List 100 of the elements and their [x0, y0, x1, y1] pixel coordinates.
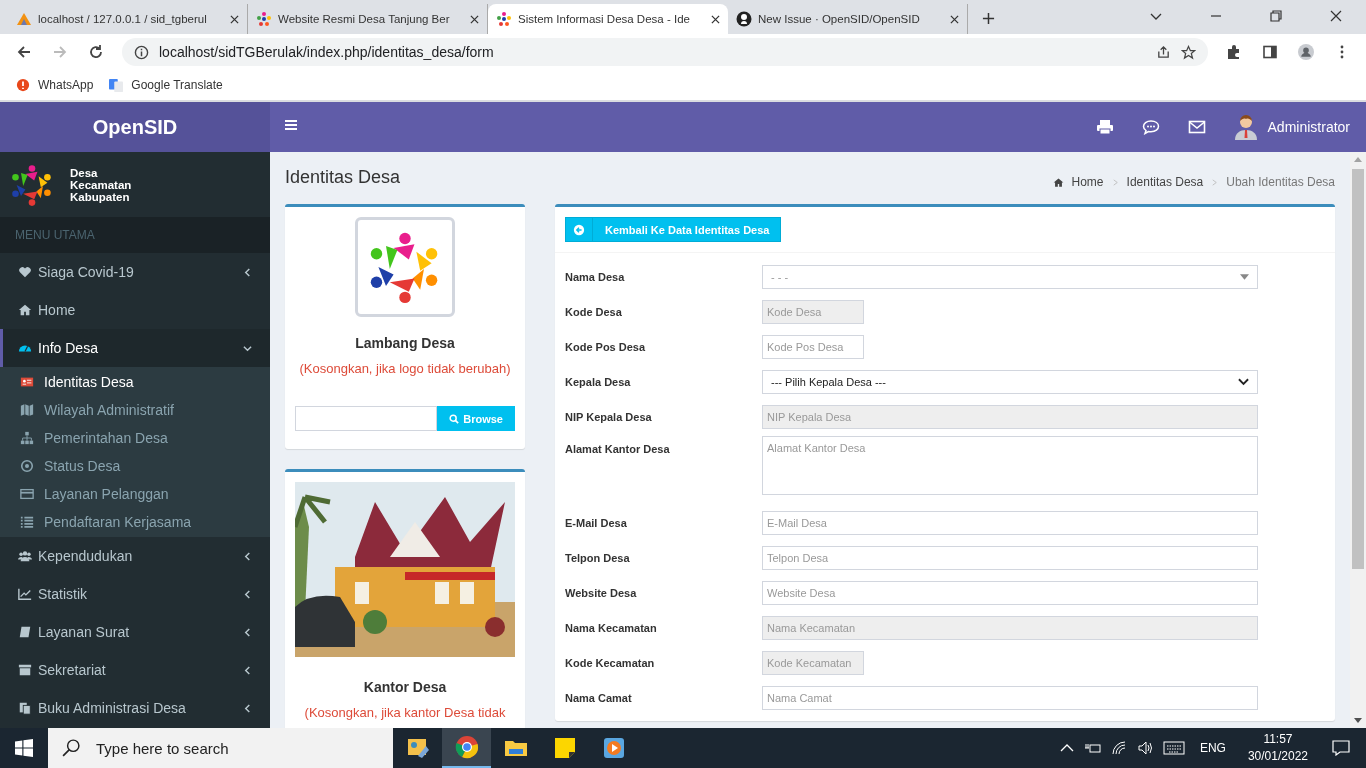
- map-icon: [20, 403, 34, 417]
- region-name: Kecamatan: [70, 178, 132, 191]
- sidebar-item[interactable]: Statistik: [0, 575, 270, 613]
- sidebar-item[interactable]: Buku Administrasi Desa: [0, 689, 270, 727]
- separator-icon: [1211, 178, 1219, 186]
- chevron-down-icon: [243, 343, 252, 353]
- bookmark[interactable]: WhatsApp: [16, 78, 94, 92]
- card-title: Lambang Desa: [355, 335, 455, 351]
- file-field[interactable]: [295, 406, 438, 431]
- bookmark[interactable]: Google Translate: [109, 78, 223, 92]
- site-icon: [496, 11, 512, 27]
- chevron-left-icon: [243, 267, 252, 277]
- keyboard-icon[interactable]: [1162, 741, 1185, 755]
- sidebar-item[interactable]: Sekretariat: [0, 651, 270, 689]
- restore-icon[interactable]: [1269, 9, 1283, 23]
- print-icon[interactable]: [1095, 119, 1114, 135]
- star-icon[interactable]: [1181, 44, 1196, 60]
- wifi-icon[interactable]: [1110, 740, 1127, 756]
- address-bar[interactable]: localhost/sidTGBerulak/index.php/identitas_desa/form: [122, 38, 1208, 66]
- sidebar-item[interactable]: Info Desa: [0, 329, 270, 367]
- media-player-icon: [601, 736, 626, 760]
- documents-icon: [18, 701, 32, 715]
- scroll-thumb[interactable]: [1352, 169, 1364, 569]
- target-icon: [20, 459, 34, 473]
- field-label: Telpon Desa: [565, 551, 631, 564]
- close-icon[interactable]: [230, 14, 239, 24]
- brand-logo[interactable]: OpenSID: [0, 102, 270, 152]
- chevron-left-icon: [243, 589, 252, 599]
- sitemap-icon: [20, 431, 34, 445]
- field-label: Kode Desa: [565, 305, 623, 318]
- breadcrumb-link[interactable]: Identitas Desa: [1126, 175, 1204, 189]
- book-icon: [18, 625, 32, 639]
- info-icon[interactable]: [134, 44, 149, 60]
- logo-icon: [10, 162, 54, 207]
- chart-icon: [18, 587, 32, 601]
- volume-icon[interactable]: [1136, 740, 1153, 756]
- browser-tab[interactable]: Sistem Informasi Desa Desa - Ide: [488, 4, 728, 34]
- users-icon: [18, 549, 32, 563]
- field-label: Nama Camat: [565, 691, 633, 704]
- submenu-item[interactable]: Pemerintahan Desa: [0, 424, 270, 452]
- sidebar-item[interactable]: Home: [0, 291, 270, 329]
- menu-header: MENU UTAMA: [0, 217, 270, 253]
- sidebar-item[interactable]: Layanan Surat: [0, 613, 270, 651]
- site-icon: [256, 11, 272, 27]
- close-icon[interactable]: [470, 14, 479, 24]
- scroll-down-icon[interactable]: [1354, 718, 1362, 723]
- field-label: Kode Kecamatan: [565, 656, 656, 669]
- page-title: Identitas Desa: [285, 166, 402, 188]
- sidebar-item[interactable]: Kependudukan: [0, 537, 270, 575]
- new-tab-icon[interactable]: [982, 12, 995, 25]
- field-label: E-Mail Desa: [565, 516, 628, 529]
- region-name: Desa: [70, 166, 99, 179]
- clock[interactable]: 11:57 30/01/2022: [1247, 731, 1308, 765]
- home-icon: [18, 303, 32, 317]
- close-icon[interactable]: [711, 14, 720, 24]
- field-label: Nama Desa: [565, 270, 626, 283]
- share-icon[interactable]: [1156, 44, 1171, 60]
- site-icon: [736, 11, 752, 27]
- home-icon: [1052, 176, 1064, 188]
- submenu-item[interactable]: Pendaftaran Kerjasama: [0, 508, 270, 536]
- site-icon: [16, 11, 32, 27]
- search-icon: [62, 739, 80, 757]
- breadcrumb-link[interactable]: Home: [1071, 175, 1104, 189]
- input-field[interactable]: E-Mail Desa: [762, 510, 1258, 535]
- submenu-item[interactable]: Wilayah Administratif: [0, 396, 270, 424]
- address-field[interactable]: Alamat Kantor Desa: [762, 436, 1258, 495]
- field-label: Kode Pos Desa: [565, 340, 647, 353]
- hint-text: (Kosongkan, jika logo tidak berubah): [299, 361, 511, 376]
- submenu-item[interactable]: Status Desa: [0, 452, 270, 480]
- scrollbar[interactable]: [1350, 152, 1366, 728]
- input-field[interactable]: Nama Camat: [762, 685, 1258, 710]
- field-label: Nama Kecamatan: [565, 621, 658, 634]
- close-icon[interactable]: [1329, 9, 1343, 23]
- menu-icon[interactable]: [285, 120, 297, 130]
- mail-icon[interactable]: [1187, 119, 1206, 135]
- translate-icon: [109, 78, 124, 92]
- language-indicator[interactable]: ENG: [1199, 741, 1226, 755]
- dropdown-field[interactable]: --- Pilih Kepala Desa ---: [762, 369, 1258, 394]
- chat-icon[interactable]: [1141, 119, 1160, 135]
- user-menu[interactable]: Administrator: [1233, 114, 1350, 140]
- input-field[interactable]: Telpon Desa: [762, 545, 1258, 570]
- hint-text: (Kosongkan, jika kantor Desa tidak: [304, 705, 506, 720]
- list-icon: [20, 515, 34, 529]
- field-label: Alamat Kantor Desa: [565, 443, 671, 455]
- paint-icon: [405, 736, 430, 760]
- card-title: Kantor Desa: [363, 679, 447, 695]
- submenu-item[interactable]: Identitas Desa: [0, 368, 270, 396]
- taskbar-app[interactable]: [442, 728, 491, 768]
- input-field[interactable]: Website Desa: [762, 580, 1258, 605]
- field-label: Kepala Desa: [565, 375, 632, 388]
- taskbar-search-field[interactable]: Type here to search: [48, 728, 393, 768]
- chevron-left-icon: [243, 627, 252, 637]
- credit-card-icon: [20, 487, 34, 501]
- notification-icon[interactable]: [1332, 740, 1350, 756]
- input-field[interactable]: Kode Pos Desa: [762, 334, 864, 359]
- close-icon[interactable]: [950, 14, 959, 24]
- sidebar-item[interactable]: Siaga Covid-19: [0, 253, 270, 291]
- submenu-item[interactable]: Layanan Pelanggan: [0, 480, 270, 508]
- heart-icon: [18, 265, 32, 279]
- sticky-note-icon: [552, 736, 577, 760]
